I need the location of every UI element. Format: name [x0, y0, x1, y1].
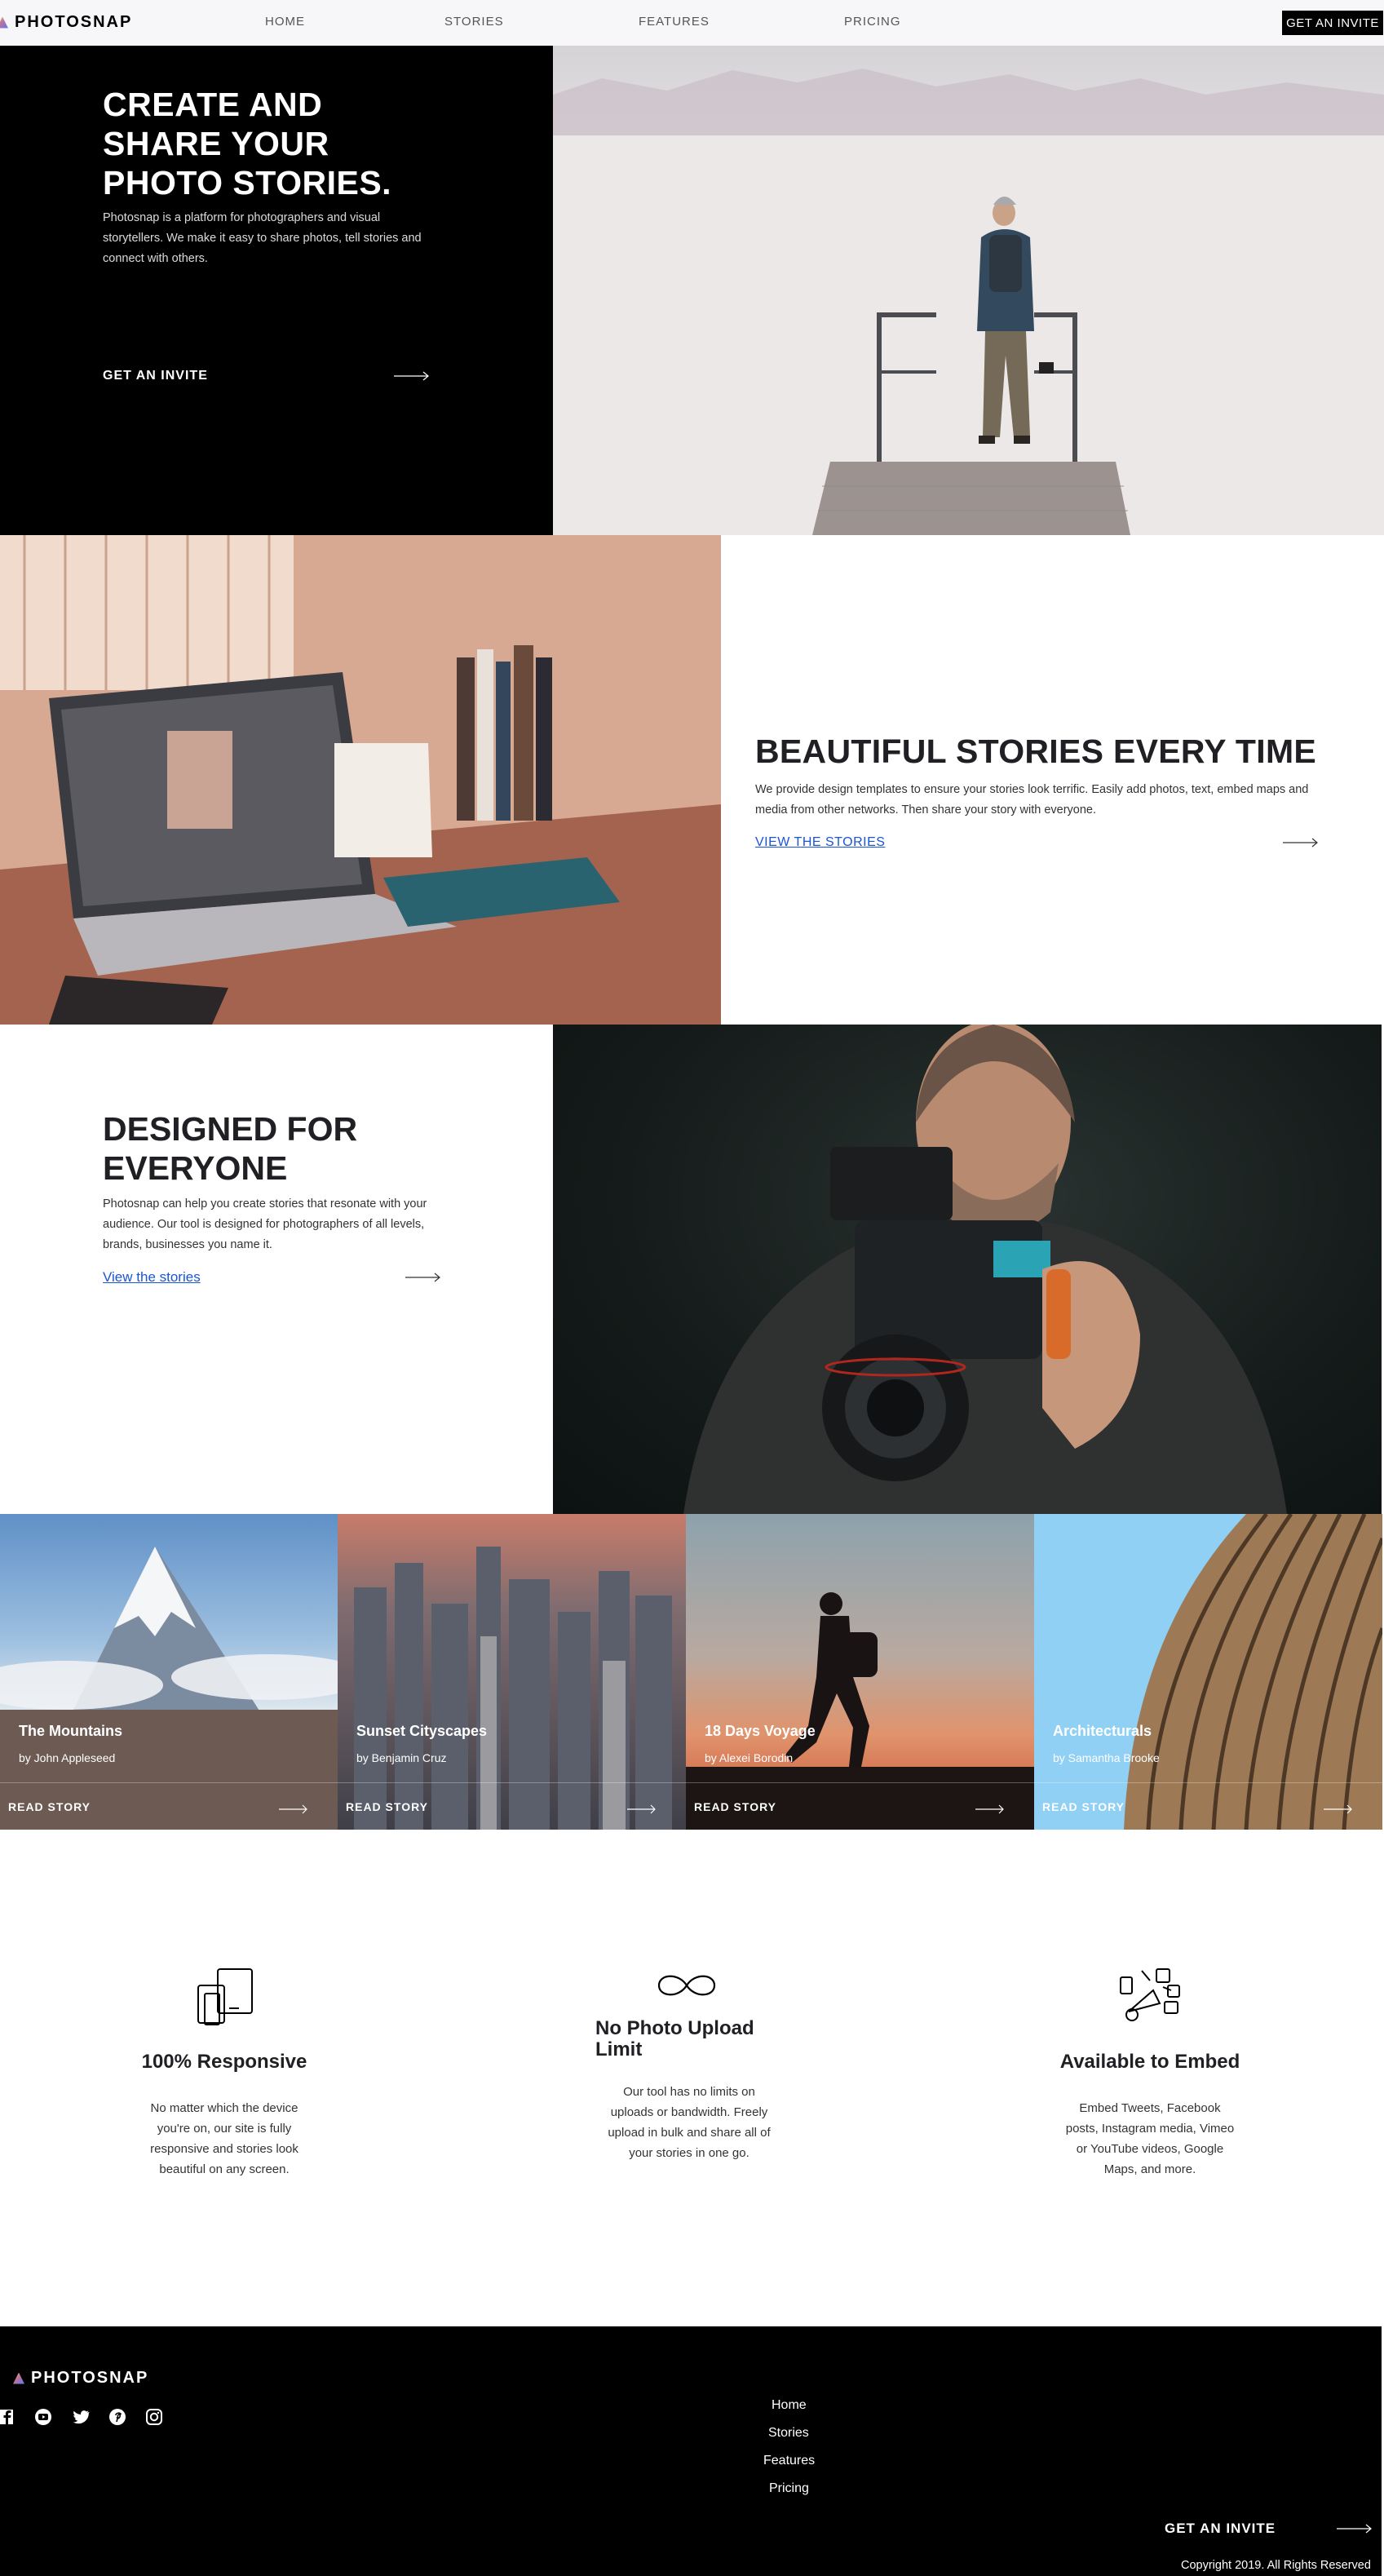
story-title: Sunset Cityscapes — [356, 1723, 488, 1739]
infinity-icon — [657, 1975, 716, 1996]
arrow-right-icon — [279, 1804, 307, 1814]
card-divider — [1034, 1782, 1382, 1783]
footer-link-pricing[interactable]: Pricing — [769, 2481, 809, 2496]
feature-text: Embed Tweets, Facebook posts, Instagram … — [1065, 2101, 1235, 2176]
beautiful-stories-title: BEAUTIFUL STORIES EVERY TIME — [755, 733, 1317, 770]
footer — [0, 2326, 1382, 2576]
story-title: The Mountains — [19, 1723, 122, 1739]
footer-logo-text: PHOTOSNAP — [31, 2369, 149, 2387]
arrow-right-icon — [975, 1804, 1004, 1814]
view-the-stories-label: View the stories — [103, 1269, 201, 1285]
hero-invite-label: GET AN INVITE — [103, 369, 208, 383]
copyright-text: Copyright 2019. All Rights Reserved — [1181, 2559, 1371, 2572]
story-card-cityscapes[interactable]: Sunset Cityscapes by Benjamin Cruz READ … — [338, 1514, 686, 1830]
hero-invite-link[interactable]: GET AN INVITE — [103, 369, 429, 383]
footer-invite-label: GET AN INVITE — [1165, 2521, 1276, 2536]
arrow-right-icon — [627, 1804, 656, 1814]
nav-link-pricing[interactable]: PRICING — [844, 15, 901, 29]
logo-triangle-icon — [13, 2372, 24, 2384]
nav-link-home[interactable]: HOME — [265, 15, 305, 29]
footer-logo[interactable]: PHOTOSNAP — [13, 2369, 148, 2388]
hero-title: CREATE AND SHARE YOUR PHOTO STORIES. — [103, 86, 392, 201]
nav-link-features[interactable]: FEATURES — [639, 15, 710, 29]
footer-link-stories[interactable]: Stories — [768, 2426, 809, 2441]
arrow-right-icon — [1283, 838, 1318, 848]
logo-text: PHOTOSNAP — [15, 13, 133, 31]
read-story-link[interactable]: READ STORY — [8, 1800, 91, 1813]
card-divider — [686, 1782, 1034, 1783]
instagram-icon[interactable] — [145, 2408, 163, 2426]
feature-text: Our tool has no limits on uploads or ban… — [608, 2085, 771, 2160]
feature-text: No matter which the device you're on, ou… — [150, 2101, 298, 2176]
twitter-icon[interactable] — [72, 2408, 90, 2426]
read-story-link[interactable]: READ STORY — [346, 1800, 428, 1813]
arrow-right-icon — [405, 1273, 440, 1282]
feature-title: 100% Responsive — [141, 2051, 307, 2073]
arrow-right-icon — [394, 371, 429, 381]
top-navbar: PHOTOSNAP HOME STORIES FEATURES PRICING … — [0, 0, 1384, 46]
photographer-camera-image — [553, 1025, 1382, 1514]
story-card-architecturals[interactable]: Architecturals by Samantha Brooke READ S… — [1034, 1514, 1382, 1830]
feature-title: No Photo Upload Limit — [595, 2017, 754, 2060]
feature-title: Available to Embed — [1059, 2051, 1240, 2073]
photosnap-logo[interactable]: PHOTOSNAP — [0, 13, 132, 32]
footer-link-features[interactable]: Features — [763, 2454, 815, 2468]
beautiful-stories-text: We provide design templates to ensure yo… — [755, 783, 1309, 817]
story-title: Architecturals — [1053, 1723, 1152, 1739]
card-divider — [338, 1782, 686, 1783]
designed-text: Photosnap can help you create stories th… — [103, 1197, 427, 1251]
footer-link-home[interactable]: Home — [772, 2398, 807, 2413]
get-invite-button[interactable]: GET AN INVITE — [1282, 11, 1383, 35]
embed-megaphone-icon — [1120, 1968, 1180, 2021]
facebook-icon[interactable] — [0, 2408, 15, 2426]
card-divider — [0, 1782, 338, 1783]
feature-responsive: 100% Responsive No matter which the devi… — [130, 1966, 318, 2180]
responsive-devices-icon — [197, 1968, 253, 2025]
pinterest-icon[interactable] — [108, 2408, 126, 2426]
read-story-link[interactable]: READ STORY — [1042, 1800, 1125, 1813]
laptop-desk-image — [0, 535, 721, 1025]
logo-triangle-icon — [0, 16, 8, 29]
view-the-stories-link[interactable]: View the stories — [103, 1269, 440, 1286]
footer-invite-link[interactable]: GET AN INVITE — [1165, 2521, 1372, 2537]
story-author: by Alexei Borodin — [705, 1751, 794, 1764]
story-title: 18 Days Voyage — [705, 1723, 816, 1739]
view-stories-link[interactable]: VIEW THE STORIES — [755, 835, 1318, 850]
arrow-right-icon — [1337, 2524, 1372, 2534]
hero-text: Photosnap is a platform for photographer… — [103, 211, 422, 265]
story-author: by John Appleseed — [19, 1751, 116, 1764]
designed-title: DESIGNED FOR EVERYONE — [103, 1110, 358, 1187]
story-card-voyage[interactable]: 18 Days Voyage by Alexei Borodin READ ST… — [686, 1514, 1034, 1830]
view-stories-label: VIEW THE STORIES — [755, 835, 886, 849]
arrow-right-icon — [1324, 1804, 1352, 1814]
story-author: by Samantha Brooke — [1053, 1751, 1160, 1764]
story-author: by Benjamin Cruz — [356, 1751, 447, 1764]
feature-embed: Available to Embed Embed Tweets, Faceboo… — [1052, 1966, 1248, 2180]
feature-no-limit: No Photo Upload Limit Our tool has no li… — [595, 1966, 783, 2163]
story-card-mountains[interactable]: The Mountains by John Appleseed READ STO… — [0, 1514, 338, 1830]
read-story-link[interactable]: READ STORY — [694, 1800, 776, 1813]
youtube-icon[interactable] — [34, 2408, 52, 2426]
hero-image-man-on-pier — [553, 46, 1384, 535]
nav-link-stories[interactable]: STORIES — [444, 15, 504, 29]
